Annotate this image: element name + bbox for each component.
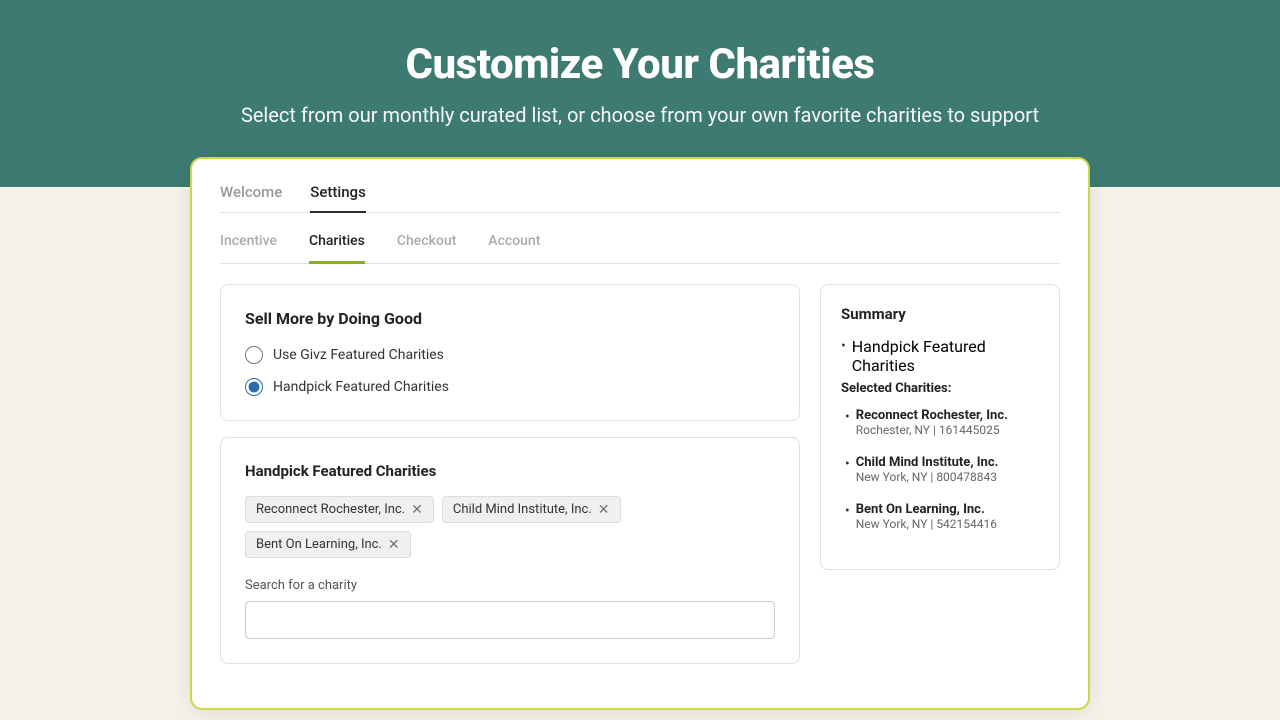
radio-input-handpick[interactable] — [245, 378, 263, 396]
body-section: Welcome Settings Incentive Charities Che… — [0, 187, 1280, 720]
charity2-location: New York, NY | 800478843 — [856, 470, 999, 484]
charity3-details: Bent On Learning, Inc. New York, NY | 54… — [856, 502, 997, 531]
tab-account[interactable]: Account — [488, 233, 540, 264]
tab-welcome[interactable]: Welcome — [220, 183, 282, 213]
summary-charity-3: • Bent On Learning, Inc. New York, NY | … — [845, 502, 1039, 543]
charity2-bullet: • — [845, 456, 850, 472]
radio-label-use-givz: Use Givz Featured Charities — [273, 347, 444, 363]
tab-checkout[interactable]: Checkout — [397, 233, 456, 264]
content-area: Sell More by Doing Good Use Givz Feature… — [220, 284, 1060, 680]
handpick-card: Handpick Featured Charities Reconnect Ro… — [220, 437, 800, 664]
radio-label-handpick: Handpick Featured Charities — [273, 379, 449, 395]
charity2-name: Child Mind Institute, Inc. — [856, 455, 999, 470]
top-nav: Welcome Settings — [220, 183, 1060, 213]
summary-featured-label: Handpick Featured Charities — [852, 337, 1039, 375]
sell-more-card: Sell More by Doing Good Use Givz Feature… — [220, 284, 800, 421]
side-panel: Summary • Handpick Featured Charities Se… — [820, 284, 1060, 680]
search-label: Search for a charity — [245, 578, 775, 593]
summary-title: Summary — [841, 305, 1039, 323]
tab-charities[interactable]: Charities — [309, 233, 365, 264]
charity2-details: Child Mind Institute, Inc. New York, NY … — [856, 455, 999, 484]
tag-bent-remove[interactable]: ✕ — [388, 538, 400, 552]
page-title: Customize Your Charities — [20, 40, 1260, 89]
tag-bent: Bent On Learning, Inc. ✕ — [245, 531, 411, 558]
selected-charities-label: Selected Charities: — [841, 381, 1039, 396]
tag-child-mind: Child Mind Institute, Inc. ✕ — [442, 496, 621, 523]
tag-child-mind-remove[interactable]: ✕ — [598, 503, 610, 517]
featured-bullet-dot: • — [841, 338, 846, 354]
tag-bent-label: Bent On Learning, Inc. — [256, 537, 382, 552]
radio-handpick[interactable]: Handpick Featured Charities — [245, 378, 775, 396]
tag-reconnect: Reconnect Rochester, Inc. ✕ — [245, 496, 434, 523]
charity1-bullet: • — [845, 409, 850, 425]
summary-featured-row: • Handpick Featured Charities — [841, 337, 1039, 375]
tab-settings[interactable]: Settings — [310, 183, 366, 213]
radio-input-use-givz[interactable] — [245, 346, 263, 364]
radio-use-givz[interactable]: Use Givz Featured Charities — [245, 346, 775, 364]
main-card: Welcome Settings Incentive Charities Che… — [190, 157, 1090, 710]
page-subtitle: Select from our monthly curated list, or… — [20, 103, 1260, 127]
handpick-title: Handpick Featured Charities — [245, 462, 775, 480]
summary-charities-list: • Reconnect Rochester, Inc. Rochester, N… — [841, 408, 1039, 543]
tag-reconnect-remove[interactable]: ✕ — [411, 503, 423, 517]
search-input[interactable] — [245, 601, 775, 639]
charity3-bullet: • — [845, 503, 850, 519]
charity1-name: Reconnect Rochester, Inc. — [856, 408, 1008, 423]
summary-card: Summary • Handpick Featured Charities Se… — [820, 284, 1060, 570]
charity1-location: Rochester, NY | 161445025 — [856, 423, 1008, 437]
tag-reconnect-label: Reconnect Rochester, Inc. — [256, 502, 405, 517]
charity1-details: Reconnect Rochester, Inc. Rochester, NY … — [856, 408, 1008, 437]
radio-group: Use Givz Featured Charities Handpick Fea… — [245, 346, 775, 396]
summary-charity-1: • Reconnect Rochester, Inc. Rochester, N… — [845, 408, 1039, 449]
tags-area: Reconnect Rochester, Inc. ✕ Child Mind I… — [245, 496, 775, 558]
sell-more-title: Sell More by Doing Good — [245, 309, 775, 328]
tag-child-mind-label: Child Mind Institute, Inc. — [453, 502, 592, 517]
charity3-location: New York, NY | 542154416 — [856, 517, 997, 531]
tab-incentive[interactable]: Incentive — [220, 233, 277, 264]
charity3-name: Bent On Learning, Inc. — [856, 502, 997, 517]
summary-charity-2: • Child Mind Institute, Inc. New York, N… — [845, 455, 1039, 496]
main-panel: Sell More by Doing Good Use Givz Feature… — [220, 284, 800, 680]
second-nav: Incentive Charities Checkout Account — [220, 233, 1060, 264]
